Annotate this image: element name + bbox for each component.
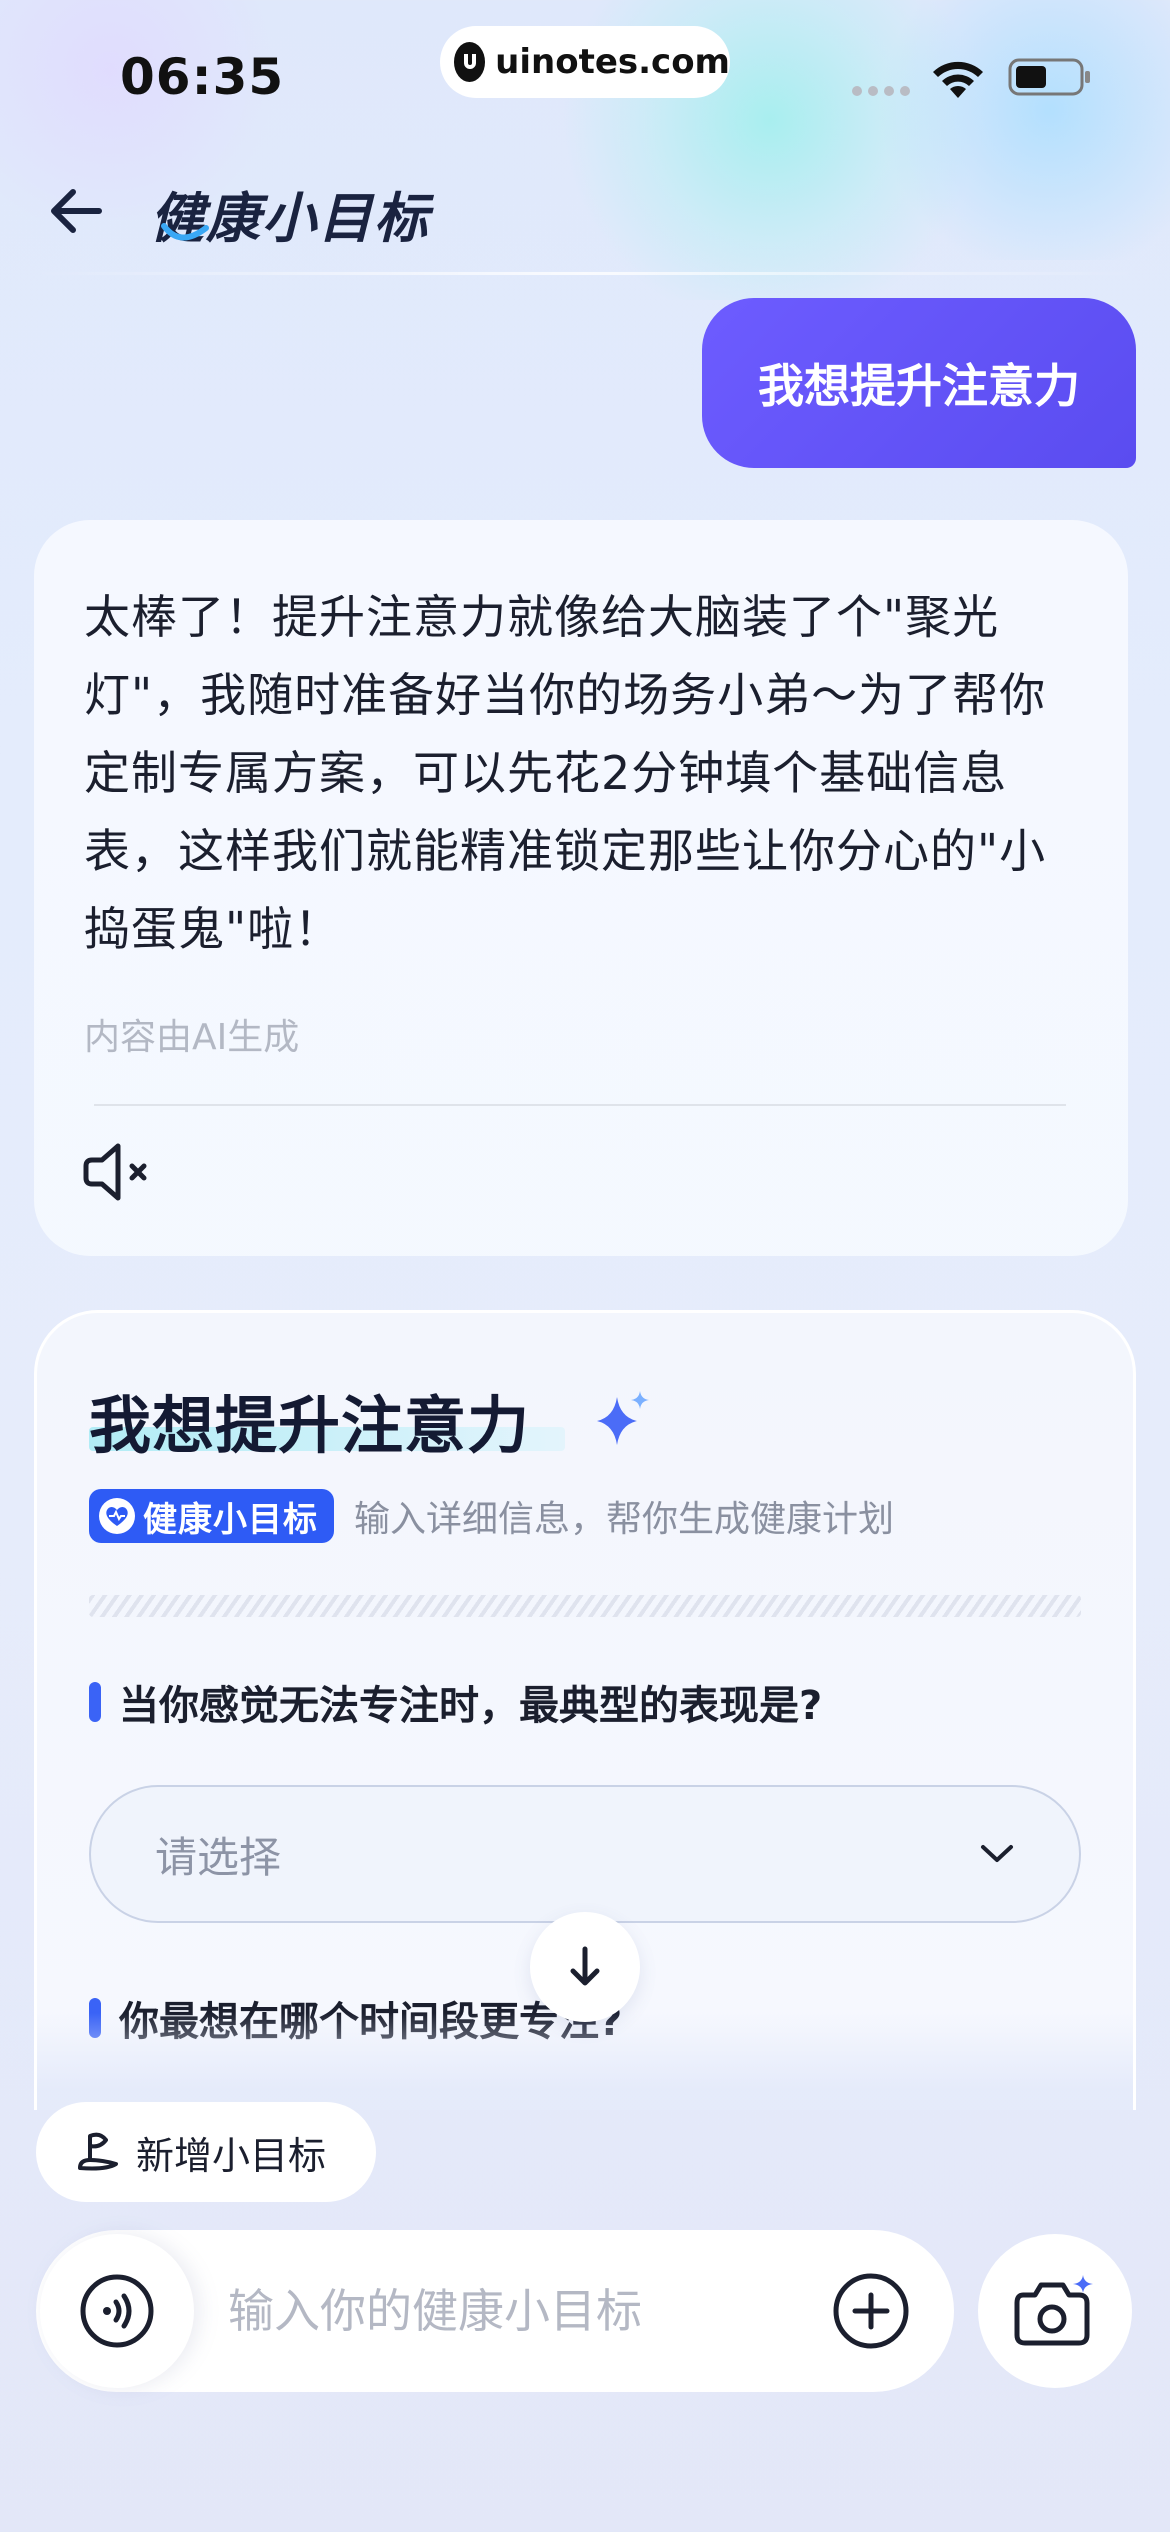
bot-message-card: 太棒了！提升注意力就像给大脑装了个"聚光灯"，我随时准备好当你的场务小弟～为了帮… — [34, 520, 1128, 1256]
camera-sparkle-icon — [1014, 2275, 1093, 2346]
select-placeholder: 请选择 — [155, 1832, 282, 1882]
url-pill: uinotes.com — [440, 26, 730, 98]
voice-input-button[interactable] — [40, 2234, 194, 2388]
scroll-down-button[interactable] — [530, 1912, 640, 2022]
bot-card-divider — [94, 1104, 1066, 1106]
goal-text-input[interactable] — [226, 2270, 790, 2352]
heart-wave-icon — [99, 1498, 135, 1534]
sparkle-icon — [597, 1391, 649, 1445]
voice-wave-icon — [80, 2274, 154, 2348]
form-title: 我想提升注意力 — [89, 1389, 531, 1462]
add-attachment-button[interactable] — [830, 2270, 912, 2352]
question-1-label: 当你感觉无法专注时，最典型的表现是? — [119, 1683, 823, 1729]
ai-generated-note: 内容由AI生成 — [84, 1017, 300, 1058]
tag-row: 健康小目标 输入详细信息，帮你生成健康计划 — [89, 1489, 894, 1543]
status-bar: 06:35 uinotes.com — [0, 0, 1170, 150]
tag-label: 健康小目标 — [143, 1499, 318, 1540]
wifi-icon — [933, 61, 983, 98]
uinotes-logo-icon — [454, 42, 486, 82]
mute-button[interactable] — [82, 1134, 162, 1210]
tag-description: 输入详细信息，帮你生成健康计划 — [354, 1499, 895, 1540]
camera-button[interactable] — [978, 2234, 1132, 2388]
status-time: 06:35 — [120, 48, 285, 106]
question-1: 当你感觉无法专注时，最典型的表现是? — [89, 1673, 822, 1731]
bot-message-text: 太棒了！提升注意力就像给大脑装了个"聚光灯"，我随时准备好当你的场务小弟～为了帮… — [84, 590, 1047, 956]
chat-input-bar — [36, 2230, 954, 2392]
header-divider — [30, 272, 1140, 275]
new-goal-label: 新增小目标 — [136, 2133, 327, 2178]
app-header: 健康小目标 — [0, 150, 1170, 272]
arrow-down-icon — [570, 1946, 600, 1986]
back-button[interactable] — [40, 176, 110, 246]
form-title-wrap: 我想提升注意力 — [89, 1375, 565, 1465]
plus-circle-icon — [833, 2273, 909, 2349]
signal-icon — [852, 86, 910, 96]
new-goal-button[interactable]: 新增小目标 — [36, 2102, 376, 2202]
form-fade-overlay — [37, 2013, 1133, 2110]
speaker-muted-icon — [83, 1143, 147, 1201]
question-marker — [89, 1682, 101, 1722]
arrow-left-icon — [51, 189, 102, 233]
user-message-bubble: 我想提升注意力 — [702, 298, 1136, 468]
decorative-stripe — [89, 1595, 1081, 1617]
title-accent-icon — [161, 223, 209, 241]
chevron-down-icon — [981, 1845, 1013, 1862]
goal-flag-icon — [78, 2132, 118, 2171]
health-goal-tag: 健康小目标 — [89, 1489, 334, 1543]
battery-icon — [1008, 58, 1090, 96]
url-text: uinotes.com — [495, 42, 730, 82]
question-1-select[interactable]: 请选择 — [89, 1785, 1081, 1923]
